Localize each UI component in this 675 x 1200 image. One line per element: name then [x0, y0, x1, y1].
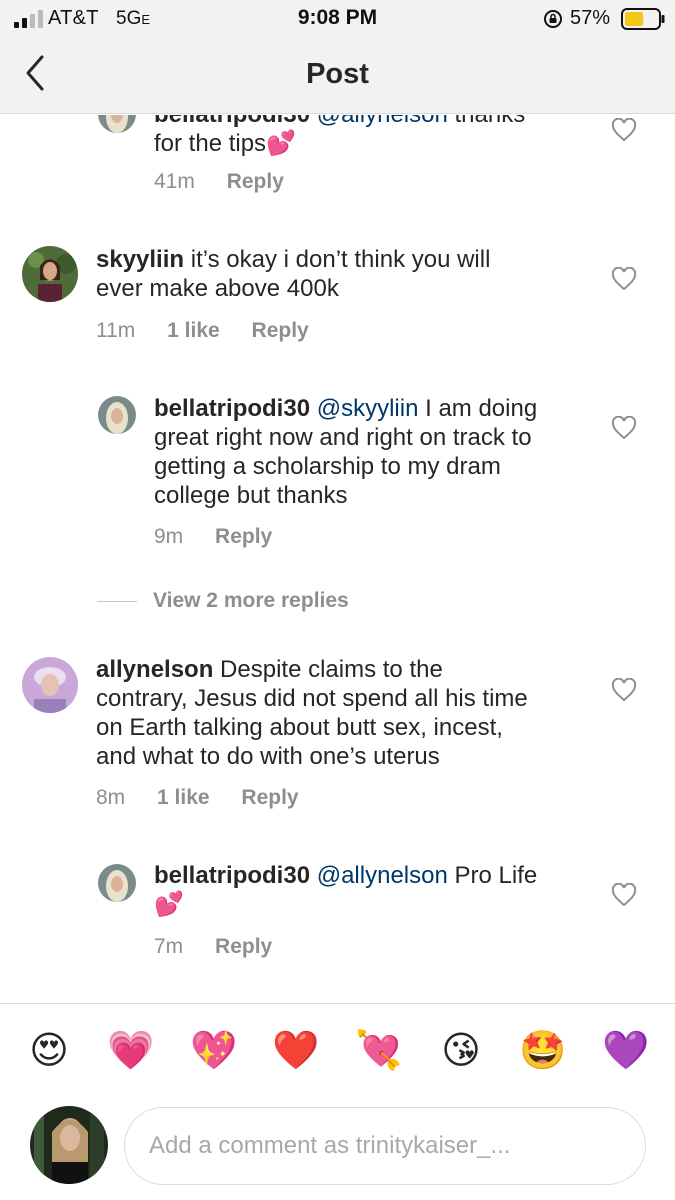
- comment-username[interactable]: allynelson: [96, 656, 213, 683]
- comment-mention[interactable]: @allynelson: [317, 115, 448, 128]
- reply-button[interactable]: Reply: [215, 935, 272, 958]
- post-header: Post: [0, 38, 675, 114]
- view-more-replies-button[interactable]: View 2 more replies: [97, 589, 349, 613]
- comment-first-line: allynelson Despite claims to the: [96, 655, 596, 684]
- comment-meta: 41m Reply: [154, 170, 310, 194]
- comment-text: bellatripodi30 @skyyliin I am doing grea…: [154, 394, 604, 510]
- avatar[interactable]: [98, 396, 136, 434]
- emoji-purple-heart-button[interactable]: 💜: [602, 1026, 650, 1074]
- status-bar: AT&T 5GE 9:08 PM 57%: [0, 0, 675, 38]
- comment-input[interactable]: [124, 1107, 646, 1185]
- comment: skyyliin it’s okay i don’t think you wil…: [0, 240, 675, 343]
- comment-composer: [0, 1097, 675, 1200]
- comment-reply: bellatripodi30 @allynelson thanks for th…: [0, 115, 675, 215]
- comment-meta: 8m 1 like Reply: [96, 786, 325, 810]
- emoji-red-heart-button[interactable]: ❤️: [272, 1026, 320, 1074]
- reply-button[interactable]: Reply: [215, 525, 272, 548]
- comment: allynelson Despite claims to the contrar…: [0, 653, 675, 813]
- avatar[interactable]: [22, 657, 78, 713]
- comment-username[interactable]: bellatripodi30: [154, 395, 310, 422]
- comment-username[interactable]: skyyliin: [96, 246, 184, 273]
- comment-body-line-1: Despite claims to the: [220, 656, 443, 683]
- emoji-heart-eyes-button[interactable]: 😍: [25, 1026, 73, 1074]
- emoji-quick-bar: 😍 💗 💖 ❤️ 💘 😘 🤩 💜: [0, 1003, 675, 1097]
- comment-reply: bellatripodi30 @allynelson Pro Life 💕 7m…: [0, 860, 675, 970]
- comment-mention[interactable]: @allynelson: [317, 862, 448, 889]
- comment-body-line-2: contrary, Jesus did not spend all his ti…: [96, 685, 528, 712]
- comment-time: 11m: [96, 319, 136, 342]
- comment-meta: 11m 1 like Reply: [96, 319, 335, 343]
- comment-meta: 7m Reply: [154, 935, 298, 959]
- comment-first-line: bellatripodi30 @allynelson Pro Life: [154, 861, 604, 890]
- comment-body-line-4: college but thanks: [154, 482, 348, 509]
- comment-body: for the tips💕: [154, 130, 296, 157]
- avatar[interactable]: [22, 246, 78, 302]
- comment-first-line: bellatripodi30 @allynelson thanks: [154, 115, 594, 129]
- avatar: [30, 1106, 108, 1184]
- battery-percent: 57%: [570, 7, 611, 29]
- heart-icon[interactable]: [611, 883, 637, 907]
- battery-icon: [621, 8, 665, 30]
- comment-body-line-1: Pro Life: [454, 862, 538, 889]
- heart-icon[interactable]: [611, 118, 637, 142]
- heart-icon[interactable]: [611, 416, 637, 440]
- comment-body-line-1: I am doing: [425, 395, 538, 422]
- comment-body-line-2: great right now and right on track to: [154, 424, 532, 451]
- comment-reply: bellatripodi30 @skyyliin I am doing grea…: [0, 393, 675, 553]
- divider-line: [97, 600, 137, 602]
- orientation-lock-icon: [544, 10, 562, 28]
- comment-first-line: skyyliin it’s okay i don’t think you wil…: [96, 245, 596, 274]
- comment-body-line-2: 💕: [154, 891, 184, 918]
- reply-button[interactable]: Reply: [241, 786, 298, 809]
- page-title: Post: [306, 58, 369, 90]
- heart-icon[interactable]: [611, 678, 637, 702]
- avatar[interactable]: [98, 864, 136, 902]
- emoji-sparkling-heart-button[interactable]: 💖: [190, 1026, 238, 1074]
- comment-text: allynelson Despite claims to the contrar…: [96, 655, 596, 771]
- comment-username[interactable]: bellatripodi30: [154, 862, 310, 889]
- likes-count[interactable]: 1 like: [157, 786, 210, 809]
- emoji-growing-heart-button[interactable]: 💗: [107, 1026, 155, 1074]
- comment-meta: 9m Reply: [154, 525, 298, 549]
- comment-body-top: thanks: [455, 115, 526, 128]
- reply-button[interactable]: Reply: [252, 319, 309, 342]
- comment-body-line-1: it’s okay i don’t think you will: [190, 246, 491, 273]
- comment-text: skyyliin it’s okay i don’t think you wil…: [96, 245, 596, 303]
- comment-body-line-3: getting a scholarship to my dram: [154, 453, 501, 480]
- comment-mention[interactable]: @skyyliin: [317, 395, 419, 422]
- comment-time: 41m: [154, 170, 195, 193]
- comment-username[interactable]: bellatripodi30: [154, 115, 310, 128]
- comment-time: 7m: [154, 935, 184, 958]
- emoji-star-struck-button[interactable]: 🤩: [519, 1026, 567, 1074]
- view-more-replies-label: View 2 more replies: [153, 589, 349, 612]
- comment-time: 8m: [96, 786, 126, 809]
- reply-button[interactable]: Reply: [227, 170, 284, 193]
- comment-text: bellatripodi30 @allynelson thanks for th…: [154, 115, 594, 158]
- emoji-heart-arrow-button[interactable]: 💘: [355, 1026, 403, 1074]
- comment-text: bellatripodi30 @allynelson Pro Life 💕: [154, 861, 604, 919]
- comment-first-line: bellatripodi30 @skyyliin I am doing: [154, 394, 604, 423]
- heart-icon[interactable]: [611, 267, 637, 291]
- comments-feed[interactable]: bellatripodi30 @allynelson thanks for th…: [0, 115, 675, 1003]
- emoji-kiss-button[interactable]: 😘: [437, 1026, 485, 1074]
- likes-count[interactable]: 1 like: [167, 319, 220, 342]
- comment-body-line-3: on Earth talking about butt sex, incest,: [96, 714, 503, 741]
- comment-body-line-4: and what to do with one’s uterus: [96, 743, 440, 770]
- comment-body-line-2: ever make above 400k: [96, 275, 339, 302]
- comment-time: 9m: [154, 525, 184, 548]
- avatar[interactable]: [98, 115, 136, 133]
